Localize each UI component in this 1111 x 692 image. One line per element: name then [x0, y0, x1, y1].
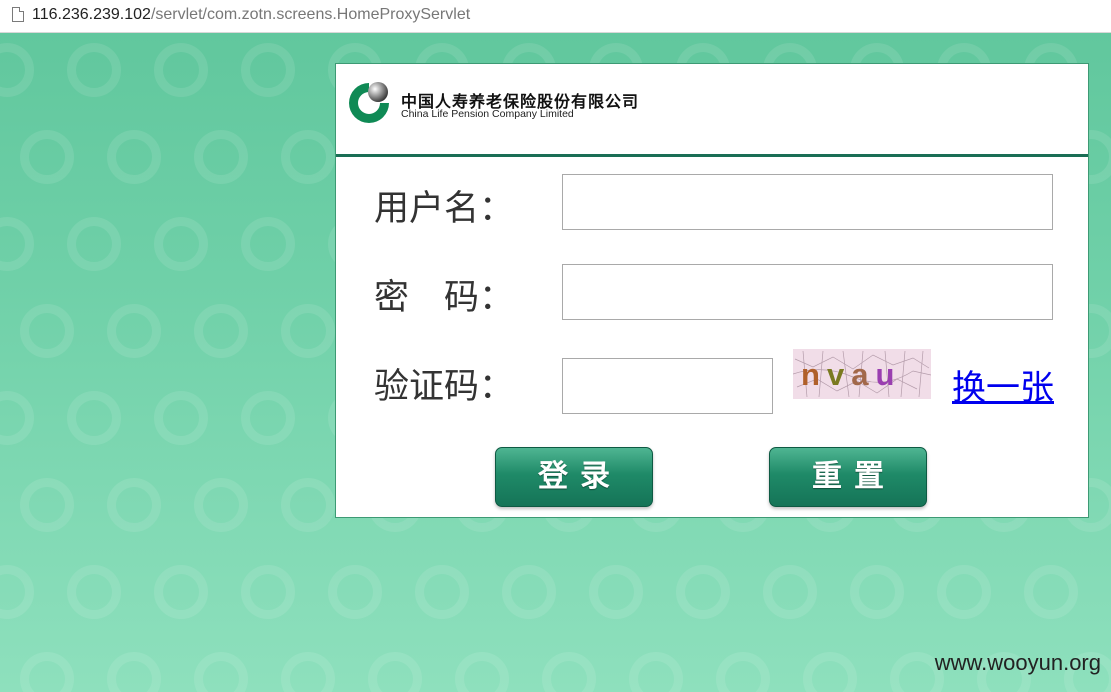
watermark-logo-icon [368, 652, 422, 692]
watermark-logo-icon [67, 43, 121, 97]
captcha-text: nvau [801, 357, 901, 393]
header-divider [336, 154, 1088, 157]
watermark-logo-icon [1024, 565, 1078, 619]
watermark-logo-icon [154, 43, 208, 97]
username-label: 用户名： [374, 189, 515, 229]
watermark-logo-icon [107, 652, 161, 692]
watermark-logo-icon [194, 130, 248, 184]
watermark-logo-icon [67, 565, 121, 619]
username-input[interactable] [562, 174, 1053, 230]
login-button[interactable]: 登录 [495, 447, 653, 507]
url-text[interactable]: 116.236.239.102/servlet/com.zotn.screens… [32, 6, 470, 24]
watermark-logo-icon [154, 391, 208, 445]
watermark-logo-icon [154, 217, 208, 271]
page-icon [12, 7, 24, 22]
captcha-char: n [801, 357, 827, 392]
watermark-logo-icon [0, 217, 34, 271]
watermark-logo-icon [937, 565, 991, 619]
watermark-logo-icon [676, 565, 730, 619]
address-bar[interactable]: 116.236.239.102/servlet/com.zotn.screens… [0, 0, 1111, 33]
company-name-en: China Life Pension Company Limited [401, 108, 574, 120]
watermark-logo-icon [281, 652, 335, 692]
watermark-logo-icon [415, 565, 469, 619]
watermark-logo-icon [107, 130, 161, 184]
watermark-logo-icon [241, 391, 295, 445]
watermark-logo-icon [20, 304, 74, 358]
site-watermark: www.wooyun.org [934, 650, 1101, 675]
captcha-char: a [851, 357, 876, 392]
url-host: 116.236.239.102 [32, 6, 151, 23]
login-panel: 中国人寿养老保险股份有限公司 China Life Pension Compan… [335, 63, 1089, 518]
captcha-image[interactable]: nvau [793, 349, 931, 399]
watermark-logo-icon [281, 304, 335, 358]
password-input[interactable] [562, 264, 1053, 320]
watermark-logo-icon [194, 478, 248, 532]
watermark-logo-icon [67, 391, 121, 445]
watermark-logo-icon [589, 565, 643, 619]
captcha-input[interactable] [562, 358, 773, 414]
watermark-logo-icon [20, 478, 74, 532]
watermark-logo-icon [328, 565, 382, 619]
reset-button[interactable]: 重置 [769, 447, 927, 507]
watermark-logo-icon [241, 565, 295, 619]
watermark-logo-icon [455, 652, 509, 692]
captcha-char: v [826, 357, 852, 392]
watermark-logo-icon [0, 391, 34, 445]
refresh-captcha-link[interactable]: 换一张 [952, 360, 1054, 409]
panel-header: 中国人寿养老保险股份有限公司 China Life Pension Compan… [336, 64, 1088, 154]
watermark-logo-icon [20, 652, 74, 692]
captcha-char: u [875, 357, 902, 392]
watermark-logo-icon [850, 565, 904, 619]
watermark-logo-icon [0, 43, 34, 97]
url-path: /servlet/com.zotn.screens.HomeProxyServl… [150, 6, 471, 23]
watermark-logo-icon [154, 565, 208, 619]
watermark-logo-icon [716, 652, 770, 692]
watermark-logo-icon [241, 217, 295, 271]
watermark-logo-icon [281, 478, 335, 532]
watermark-logo-icon [629, 652, 683, 692]
watermark-logo-icon [763, 565, 817, 619]
china-life-logo-icon [349, 82, 389, 123]
watermark-logo-icon [803, 652, 857, 692]
watermark-logo-icon [107, 478, 161, 532]
watermark-logo-icon [107, 304, 161, 358]
watermark-logo-icon [194, 652, 248, 692]
watermark-logo-icon [0, 565, 34, 619]
watermark-logo-icon [502, 565, 556, 619]
captcha-label: 验证码： [374, 367, 515, 407]
watermark-logo-icon [542, 652, 596, 692]
watermark-logo-icon [281, 130, 335, 184]
password-label: 密 码： [374, 278, 515, 318]
watermark-logo-icon [67, 217, 121, 271]
watermark-logo-icon [241, 43, 295, 97]
watermark-logo-icon [194, 304, 248, 358]
watermark-logo-icon [20, 130, 74, 184]
